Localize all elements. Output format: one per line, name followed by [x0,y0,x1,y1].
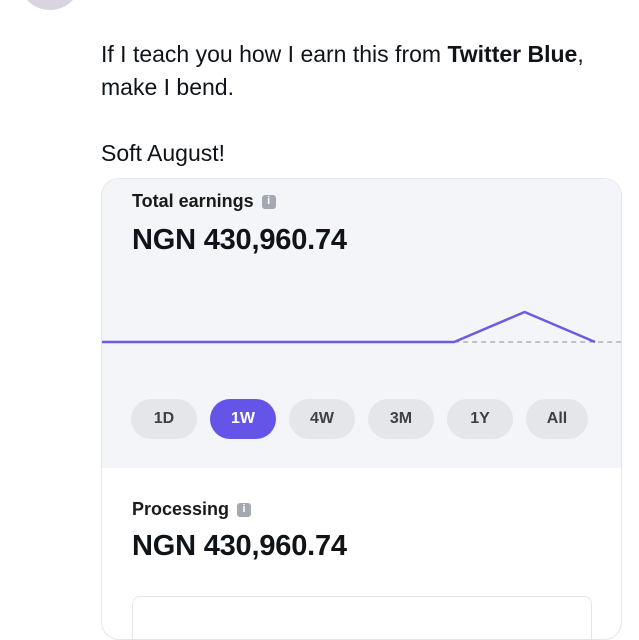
tweet-text-line3: Soft August! [101,140,226,166]
total-earnings-label-row: Total earnings i [132,191,276,212]
chart-series-line [102,310,596,344]
tweet-text-prefix: If I teach you how I earn this from [101,41,448,67]
period-tab-3m[interactable]: 3M [368,399,434,439]
details-box[interactable] [132,596,592,639]
processing-label: Processing [132,499,230,519]
period-tab-1w[interactable]: 1W [210,399,276,439]
earnings-chart [102,310,621,344]
processing-amount: NGN 430,960.74 [132,530,347,562]
earnings-card[interactable]: Total earnings i NGN 430,960.74 1D 1W 4W 3M… [101,178,622,640]
period-selector: 1D 1W 4W 3M 1Y All [131,399,588,439]
tweet-text-bold: Twitter Blue [447,41,578,67]
tweet-text-suffix: , [577,41,584,67]
period-tab-all[interactable]: All [526,399,588,439]
total-earnings-amount: NGN 430,960.74 [132,224,347,256]
total-earnings-label: Total earnings [132,191,254,211]
avatar[interactable] [20,0,80,10]
period-tab-1y[interactable]: 1Y [447,399,513,439]
info-icon[interactable]: i [261,194,276,209]
period-tab-4w[interactable]: 4W [289,399,355,439]
tweet-text-line2: make I bend. [101,74,234,100]
processing-label-row: Processing i [132,499,252,520]
tweet-text-line1: If I teach you how I earn this from Twit… [101,38,631,71]
period-tab-1d[interactable]: 1D [131,399,197,439]
info-icon[interactable]: i [237,502,252,517]
